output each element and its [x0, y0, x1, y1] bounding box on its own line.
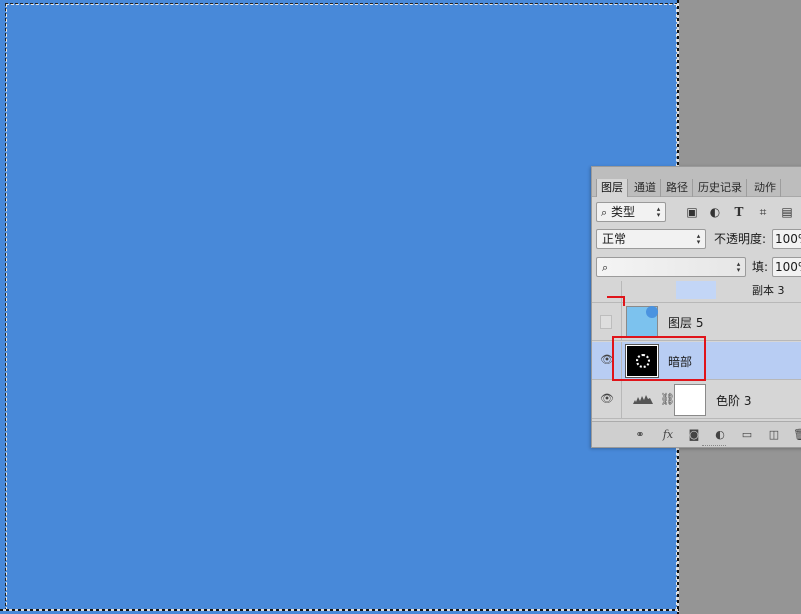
panel-tab-bar: 图层 通道 路径 历史记录 动作 [592, 167, 801, 197]
thumbnail-spot [636, 354, 650, 368]
opacity-input[interactable]: 100% [772, 229, 801, 249]
layer-name: 暗部 [668, 355, 693, 369]
blend-row: 正常 ▴▾ 不透明度: 100% [592, 227, 801, 251]
trash-icon[interactable]: 🗑 [792, 428, 801, 442]
blend-mode-select[interactable]: 正常 ▴ ▾ [596, 229, 706, 249]
fx-icon[interactable]: fx [660, 428, 676, 442]
resize-grip[interactable] [702, 445, 726, 447]
visibility-toggle-off[interactable] [600, 315, 612, 329]
filter-kind-label: 类型 [611, 205, 636, 219]
layer-thumbnail [676, 281, 716, 299]
link-icon[interactable]: ⚭ [632, 428, 648, 442]
layer-name: 色阶 3 [716, 394, 752, 408]
new-layer-icon[interactable]: ◫ [766, 428, 782, 442]
histogram-icon [632, 393, 654, 405]
tab-actions[interactable]: 动作 [750, 179, 781, 197]
visibility-column: 👁 [592, 342, 622, 379]
updown-icon: ▴ ▾ [656, 205, 661, 219]
shape-filter-icon[interactable]: ⌗ [755, 204, 771, 220]
adjustment-filter-icon[interactable]: ◐ [707, 204, 723, 220]
layer-row-dark[interactable]: 👁 暗部 [592, 342, 801, 380]
thumbnail-shape [646, 306, 658, 318]
search-icon: ⌕ [602, 261, 609, 274]
tab-channels[interactable]: 通道 [630, 179, 661, 197]
visibility-column: 👁 [592, 381, 622, 418]
layer-search-field[interactable]: ⌕ ▴ ▾ [596, 257, 746, 277]
chain-link-icon[interactable]: ⛓ [660, 392, 675, 406]
layer-thumbnail [626, 306, 658, 338]
layers-footer-toolbar: ⚭ fx ◙ ◐ ▭ ◫ 🗑 [592, 421, 801, 447]
updown-icon: ▴ ▾ [736, 260, 741, 274]
canvas-edge-bottom [0, 609, 679, 611]
tab-paths[interactable]: 路径 [662, 179, 693, 197]
layer-row-layer-5[interactable]: 图层 5 [592, 303, 801, 341]
fill-label: 填: [752, 260, 769, 274]
updown-icon: ▴ ▾ [696, 232, 701, 246]
layer-name: 图层 5 [668, 316, 704, 330]
eye-icon[interactable]: 👁 [600, 392, 614, 406]
filter-row: ⌕ 类型 ▴ ▾ ▣ ◐ T ⌗ ▤ [592, 201, 801, 225]
visibility-column [592, 281, 622, 302]
layer-mask-thumbnail [674, 384, 706, 416]
layers-panel: 图层 通道 路径 历史记录 动作 ⌕ 类型 ▴ ▾ ▣ ◐ T ⌗ ▤ 正常 ▴ ▾… [591, 166, 801, 448]
layer-name: 副本 3 [752, 284, 785, 297]
eye-icon[interactable]: 👁 [600, 353, 614, 367]
tab-layers[interactable]: 图层 [596, 179, 628, 197]
type-filter-icon[interactable]: T [731, 204, 747, 220]
smart-object-filter-icon[interactable]: ▤ [779, 204, 795, 220]
mask-icon[interactable]: ◙ [686, 428, 702, 442]
folder-icon[interactable]: ▭ [739, 428, 755, 442]
search-icon: ⌕ [601, 206, 608, 219]
layer-thumbnail [625, 344, 659, 378]
opacity-label: 不透明度: [714, 232, 767, 246]
image-filter-icon[interactable]: ▣ [684, 204, 700, 220]
visibility-column [592, 303, 622, 340]
filter-kind-select[interactable]: ⌕ 类型 ▴ ▾ [596, 202, 666, 222]
fill-row: ⌕ ▴▾ 填: 100% [592, 255, 801, 279]
blend-mode-value: 正常 [602, 232, 627, 246]
document-canvas[interactable] [0, 0, 679, 614]
annotation-line [623, 296, 625, 306]
tab-history[interactable]: 历史记录 [694, 179, 747, 197]
layer-row-levels-3[interactable]: 👁 ⛓ 色阶 3 [592, 381, 801, 419]
adjustment-icon[interactable]: ◐ [712, 428, 728, 442]
fill-input[interactable]: 100% [772, 257, 801, 277]
